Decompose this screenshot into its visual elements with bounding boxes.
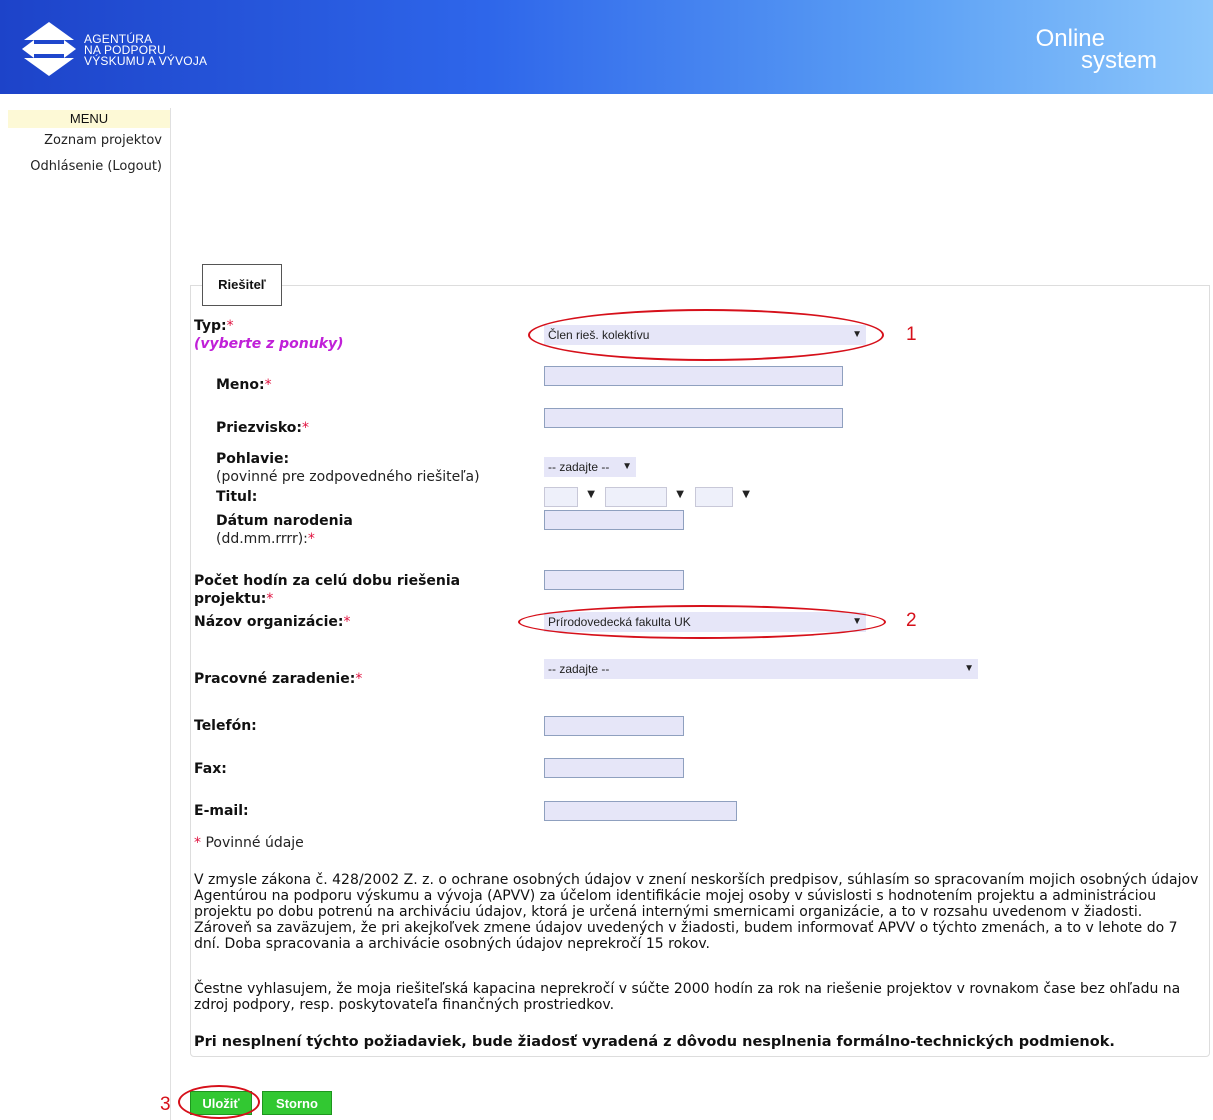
chevron-down-icon: ▼	[587, 489, 595, 500]
menu-title: MENU	[8, 110, 170, 128]
annotation-oval-1	[528, 309, 884, 361]
zaradenie-select-value: -- zadajte --	[548, 662, 610, 676]
typ-hint: (vyberte z ponuky)	[194, 336, 344, 352]
annotation-number-2: 2	[906, 610, 917, 631]
annotation-number-1: 1	[906, 324, 917, 345]
sidebar-item-logout[interactable]: Odhlásenie (Logout)	[8, 154, 170, 180]
priezvisko-label: Priezvisko:*	[216, 420, 310, 436]
datum-input[interactable]	[544, 510, 684, 530]
pohlavie-select-value: -- zadajte --	[548, 460, 610, 474]
titul-after-select[interactable]: ▼	[695, 487, 750, 507]
meno-input[interactable]	[544, 366, 843, 386]
telefon-input[interactable]	[544, 716, 684, 736]
priezvisko-input[interactable]	[544, 408, 843, 428]
consent-text: V zmysle zákona č. 428/2002 Z. z. o ochr…	[194, 872, 1199, 952]
pohlavie-select[interactable]: -- zadajte -- ▼	[544, 457, 636, 477]
chevron-down-icon: ▼	[964, 663, 974, 674]
agency-logo-icon	[22, 22, 76, 76]
telefon-label: Telefón:	[194, 718, 257, 734]
zaradenie-select[interactable]: -- zadajte -- ▼	[544, 659, 978, 679]
chevron-down-icon: ▼	[742, 489, 750, 500]
annotation-oval-2	[518, 605, 886, 639]
sidebar-menu: MENU Zoznam projektov Odhlásenie (Logout…	[8, 108, 171, 1120]
titul-middle-select[interactable]: ▼	[605, 487, 684, 507]
pocet-hodin-input[interactable]	[544, 570, 684, 590]
datum-label: Dátum narodenia	[216, 513, 353, 529]
fax-input[interactable]	[544, 758, 684, 778]
annotation-number-3: 3	[160, 1094, 171, 1115]
chevron-down-icon: ▼	[622, 461, 632, 472]
titul-before-select[interactable]: ▼	[544, 487, 595, 507]
titul-label: Titul:	[216, 489, 258, 505]
datum-note: (dd.mm.rrrr):*	[216, 531, 315, 547]
online-system-brand: Online system	[1036, 27, 1157, 74]
sidebar-item-projects[interactable]: Zoznam projektov	[8, 128, 170, 154]
chevron-down-icon: ▼	[676, 489, 684, 500]
email-input[interactable]	[544, 801, 737, 821]
agency-logo-text: AGENTÚRA NA PODPORU VÝSKUMU A VÝVOJA	[84, 33, 208, 68]
cancel-button[interactable]: Storno	[262, 1091, 332, 1115]
meno-label: Meno:*	[216, 377, 272, 393]
required-note: * Povinné údaje	[194, 835, 304, 851]
email-label: E-mail:	[194, 803, 249, 819]
declaration-text: Čestne vyhlasujem, že moja riešiteľská k…	[194, 981, 1181, 1013]
annotation-oval-3	[178, 1085, 260, 1119]
brand-line-2: system	[1080, 47, 1157, 74]
logo-line-3: VÝSKUMU A VÝVOJA	[84, 54, 208, 68]
pocet-hodin-label-1: Počet hodín za celú dobu riešenia	[194, 573, 461, 589]
pohlavie-label: Pohlavie:	[216, 451, 290, 467]
pocet-hodin-label-2: projektu:*	[194, 591, 274, 607]
header-banner: AGENTÚRA NA PODPORU VÝSKUMU A VÝVOJA Onl…	[0, 0, 1213, 94]
typ-label: Typ:*	[194, 318, 234, 334]
pohlavie-note: (povinné pre zodpovedného riešiteľa)	[216, 469, 480, 485]
organizacia-label: Názov organizácie:*	[194, 614, 351, 630]
tab-riesitel[interactable]: Riešiteľ	[202, 264, 282, 306]
zaradenie-label: Pracovné zaradenie:*	[194, 671, 363, 687]
warning-text: Pri nesplnení týchto požiadaviek, bude ž…	[194, 1034, 1115, 1050]
fax-label: Fax:	[194, 761, 227, 777]
